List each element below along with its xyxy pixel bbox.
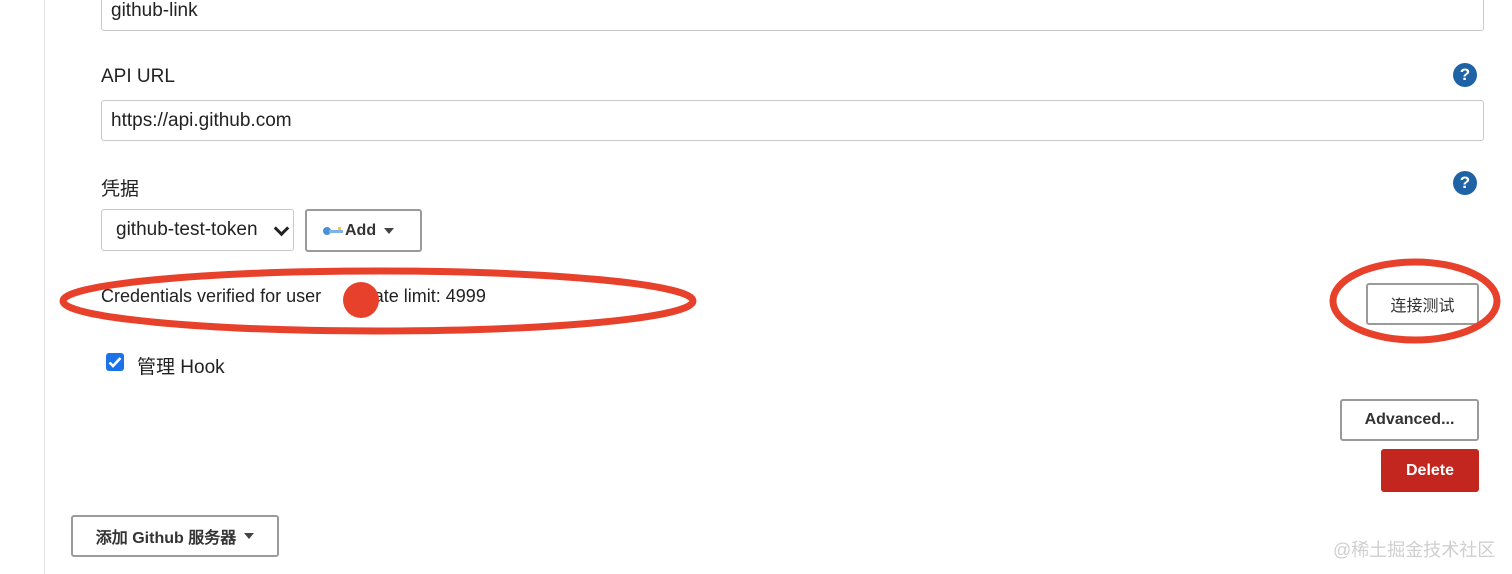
add-github-server-button[interactable]: 添加 Github 服务器	[71, 515, 279, 557]
manage-hook-label: 管理 Hook	[137, 357, 225, 378]
credentials-help-icon[interactable]: ?	[1453, 171, 1477, 195]
advanced-label: Advanced...	[1364, 411, 1455, 428]
credentials-status: Credentials verified for user y, rate li…	[101, 286, 486, 307]
key-icon	[323, 226, 343, 235]
credentials-select-value: github-test-token	[116, 219, 258, 240]
credentials-select[interactable]: github-test-token	[101, 209, 294, 251]
status-suffix: y, rate limit: 4999	[350, 286, 486, 306]
credentials-label: 凭据	[101, 179, 140, 200]
add-credentials-button[interactable]: Add	[305, 209, 422, 252]
left-rail	[0, 0, 45, 574]
add-button-label: Add	[345, 221, 377, 239]
watermark: @稀土掘金技术社区	[1333, 540, 1496, 560]
status-message: Credentials verified for user	[101, 286, 327, 306]
add-server-label: 添加 Github 服务器	[95, 530, 237, 547]
test-connection-label: 连接测试	[1390, 298, 1455, 315]
caret-down-icon	[384, 227, 395, 234]
delete-label: Delete	[1405, 461, 1455, 479]
test-connection-button[interactable]: 连接测试	[1366, 283, 1479, 325]
delete-button[interactable]: Delete	[1381, 449, 1479, 492]
api-url-input[interactable]: https://api.github.com	[101, 100, 1484, 141]
api-url-label: API URL	[101, 66, 175, 87]
name-input-value: github-link	[111, 0, 198, 21]
api-url-value: https://api.github.com	[111, 110, 292, 131]
check-icon	[108, 357, 122, 368]
advanced-button[interactable]: Advanced...	[1340, 399, 1479, 441]
manage-hook-checkbox[interactable]	[106, 353, 124, 371]
name-input[interactable]: github-link	[101, 0, 1484, 31]
caret-down-icon	[244, 533, 255, 539]
chevron-down-icon	[273, 220, 290, 237]
api-url-help-icon[interactable]: ?	[1453, 63, 1477, 87]
